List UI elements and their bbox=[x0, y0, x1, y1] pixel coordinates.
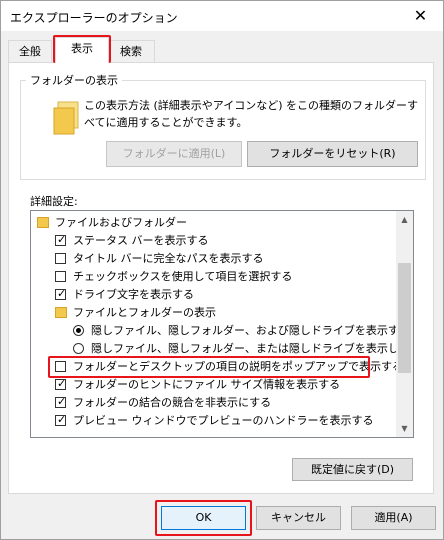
vertical-scrollbar[interactable]: ▲ ▼ bbox=[396, 211, 413, 437]
advanced-settings-tree[interactable]: ファイルおよびフォルダー ✓ ステータス バーを表示する タイトル バーに完全な… bbox=[30, 210, 414, 438]
scroll-up-icon[interactable]: ▲ bbox=[396, 211, 413, 228]
tree-item-label: プレビュー ウィンドウでプレビューのハンドラーを表示する bbox=[73, 414, 374, 427]
checkmark-icon: ✓ bbox=[57, 233, 67, 246]
reset-folders-label: フォルダーをリセット(R) bbox=[269, 147, 396, 160]
tree-item-label: ステータス バーを表示する bbox=[73, 234, 209, 247]
cancel-button[interactable]: キャンセル bbox=[256, 506, 341, 530]
tab-search-label: 検索 bbox=[120, 45, 142, 58]
folder-icon bbox=[55, 307, 67, 318]
advanced-settings-label: 詳細設定: bbox=[30, 195, 78, 208]
tree-item-label: フォルダーのヒントにファイル サイズ情報を表示する bbox=[73, 378, 341, 391]
checkmark-icon: ✓ bbox=[57, 395, 67, 408]
folder-views-description: この表示方法 (詳細表示やアイコンなど) をこの種類のフォルダーすべてに適用する… bbox=[84, 99, 419, 129]
apply-button[interactable]: 適用(A) bbox=[351, 506, 436, 530]
tree-item-label: タイトル バーに完全なパスを表示する bbox=[73, 252, 264, 265]
checkbox[interactable]: ✓ bbox=[55, 413, 67, 426]
checkbox[interactable]: ✓ bbox=[55, 233, 67, 246]
tree-item-label: チェックボックスを使用して項目を選択する bbox=[73, 270, 293, 283]
tab-view[interactable]: 表示 bbox=[55, 37, 109, 63]
tab-search[interactable]: 検索 bbox=[107, 40, 155, 62]
checkmark-icon: ✓ bbox=[57, 287, 67, 300]
radio-button[interactable] bbox=[73, 325, 84, 336]
tree-item-label: ファイルおよびフォルダー bbox=[55, 216, 187, 229]
tab-general[interactable]: 全般 bbox=[8, 40, 52, 62]
apply-to-folders-button[interactable]: フォルダーに適用(L) bbox=[106, 141, 242, 167]
tab-view-label: 表示 bbox=[71, 42, 93, 55]
restore-defaults-label: 既定値に戻す(D) bbox=[310, 463, 395, 476]
folder-views-icon bbox=[53, 101, 79, 135]
scroll-down-icon[interactable]: ▼ bbox=[396, 420, 413, 437]
tab-general-label: 全般 bbox=[19, 45, 41, 58]
tree-item-label: ファイルとフォルダーの表示 bbox=[73, 306, 216, 319]
restore-defaults-button[interactable]: 既定値に戻す(D) bbox=[292, 458, 413, 481]
checkmark-icon: ✓ bbox=[57, 377, 67, 390]
tree-item-label: 隠しファイル、隠しフォルダー、および隠しドライブを表示する bbox=[91, 324, 410, 337]
reset-folders-button[interactable]: フォルダーをリセット(R) bbox=[247, 141, 418, 167]
apply-to-folders-label: フォルダーに適用(L) bbox=[122, 147, 226, 160]
checkmark-icon: ✓ bbox=[57, 413, 67, 426]
highlight-popup-option bbox=[48, 356, 370, 378]
radio-button[interactable] bbox=[73, 343, 84, 354]
folder-views-legend: フォルダーの表示 bbox=[26, 72, 122, 88]
highlight-ok-button bbox=[155, 500, 252, 536]
checkbox[interactable] bbox=[55, 253, 66, 264]
tree-item-label: ドライブ文字を表示する bbox=[73, 288, 194, 301]
title-bar: エクスプローラーのオプション ✕ bbox=[1, 1, 443, 31]
window-title: エクスプローラーのオプション bbox=[10, 11, 178, 25]
radio-dot bbox=[76, 328, 81, 333]
folder-icon bbox=[37, 217, 49, 228]
checkbox[interactable]: ✓ bbox=[55, 287, 67, 300]
cancel-label: キャンセル bbox=[271, 511, 326, 524]
apply-label: 適用(A) bbox=[374, 511, 413, 524]
checkbox[interactable]: ✓ bbox=[55, 377, 67, 390]
tree-item-label: フォルダーの結合の競合を非表示にする bbox=[73, 396, 272, 409]
scroll-thumb[interactable] bbox=[398, 263, 411, 373]
checkbox[interactable] bbox=[55, 271, 66, 282]
checkbox[interactable]: ✓ bbox=[55, 395, 67, 408]
close-icon[interactable]: ✕ bbox=[398, 1, 443, 31]
